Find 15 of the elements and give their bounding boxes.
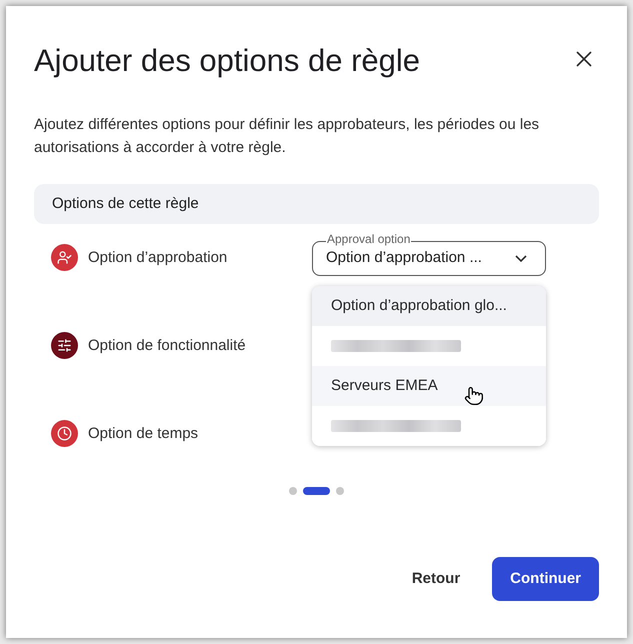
menu-item[interactable]: Serveurs EMEA (312, 366, 546, 406)
option-label: Option d’approbation (88, 248, 228, 268)
select-label: Approval option (326, 232, 412, 246)
hand-cursor-icon (464, 386, 484, 406)
dialog-description: Ajoutez différentes options pour définir les approbateurs, les périodes ou les autorisations à accorder à votre règle. (34, 114, 540, 158)
option-label: Option de temps (88, 424, 198, 444)
section-header: Options de cette règle (34, 184, 599, 224)
option-label: Option de fonctionnalité (88, 336, 246, 356)
menu-item[interactable] (312, 406, 546, 446)
dialog-title: Ajouter des options de règle (34, 42, 420, 80)
continue-button[interactable]: Continuer (492, 556, 599, 601)
select-value: Option d’approbation ... (326, 248, 482, 268)
menu-item[interactable] (312, 326, 546, 366)
back-button[interactable]: Retour (412, 568, 460, 590)
menu-item[interactable]: Option d’approbation glo... (312, 286, 546, 326)
